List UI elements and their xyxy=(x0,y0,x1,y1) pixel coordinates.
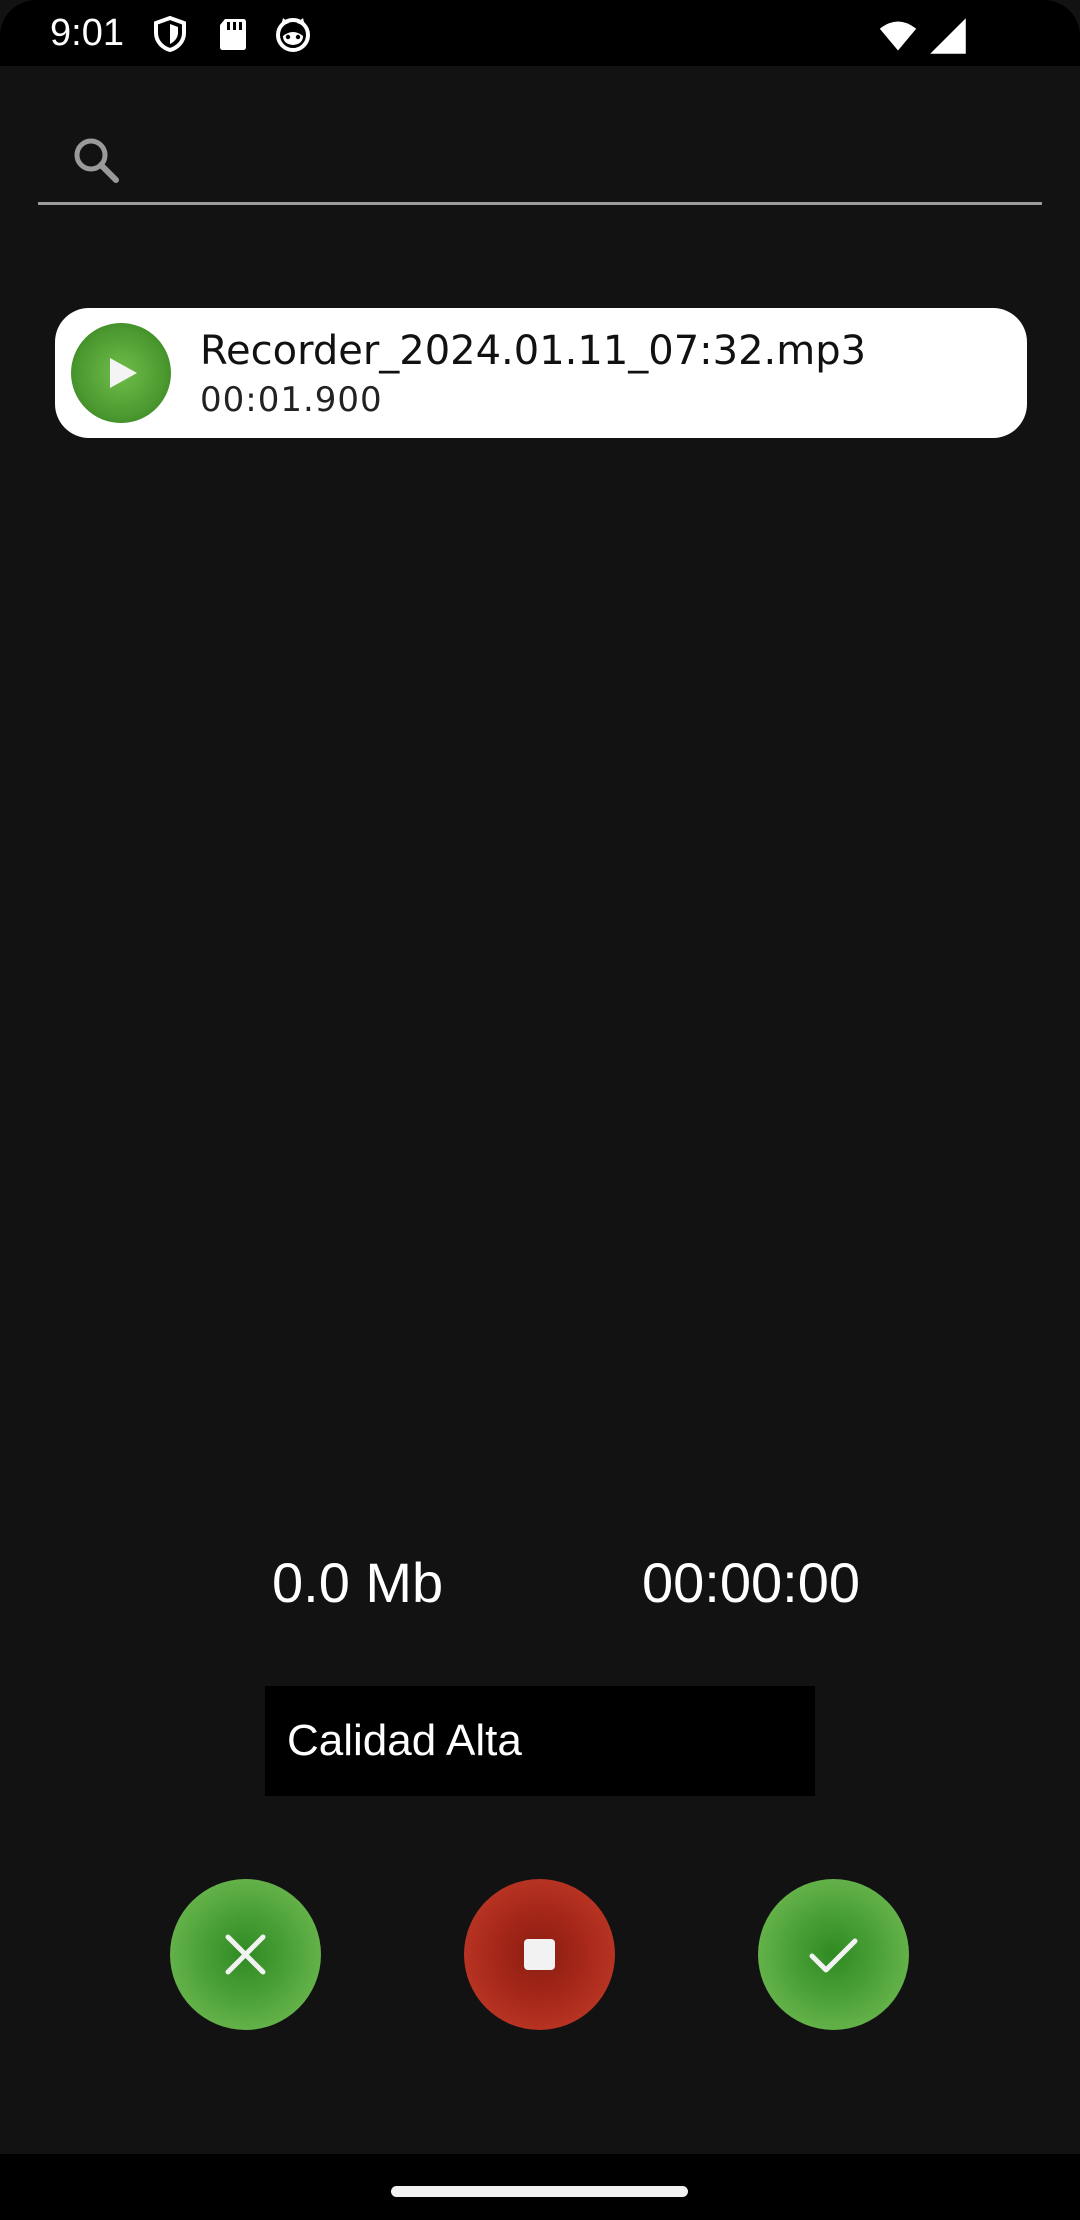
status-time: 9:01 xyxy=(50,12,124,54)
list-item[interactable]: Recorder_2024.01.11_07:32.mp3 00:01.900 xyxy=(55,308,1027,438)
cancel-button[interactable] xyxy=(170,1879,321,2030)
sd-card-icon xyxy=(220,19,246,50)
home-gesture-handle[interactable] xyxy=(391,2186,688,2197)
stop-icon xyxy=(524,1939,555,1970)
check-icon xyxy=(809,1938,858,1973)
stop-button[interactable] xyxy=(464,1879,615,2030)
close-icon xyxy=(225,1934,266,1975)
cat-face-icon xyxy=(276,18,310,52)
cell-signal-icon xyxy=(930,18,966,54)
quality-dropdown[interactable]: Calidad Alta xyxy=(265,1686,815,1796)
play-button[interactable] xyxy=(71,323,171,423)
search-bar xyxy=(38,120,1042,205)
file-size-text: 0.0 Mb xyxy=(272,1551,444,1614)
status-bar: 9:01 xyxy=(0,0,1080,66)
recording-title: Recorder_2024.01.11_07:32.mp3 xyxy=(200,328,867,374)
recording-duration: 00:01.900 xyxy=(200,380,383,420)
shield-icon xyxy=(154,15,186,53)
recorder-screen: 9:01 Recorder_2024.01.11_07:32.mp3 00:01… xyxy=(0,0,1080,2220)
play-icon xyxy=(110,358,137,388)
search-input[interactable] xyxy=(148,126,1022,194)
confirm-button[interactable] xyxy=(758,1879,909,2030)
quality-selected-value: Calidad Alta xyxy=(287,1716,522,1765)
navigation-bar xyxy=(0,2154,1080,2220)
search-icon[interactable] xyxy=(68,132,124,188)
elapsed-time-text: 00:00:00 xyxy=(642,1551,860,1614)
wifi-icon xyxy=(879,21,917,51)
